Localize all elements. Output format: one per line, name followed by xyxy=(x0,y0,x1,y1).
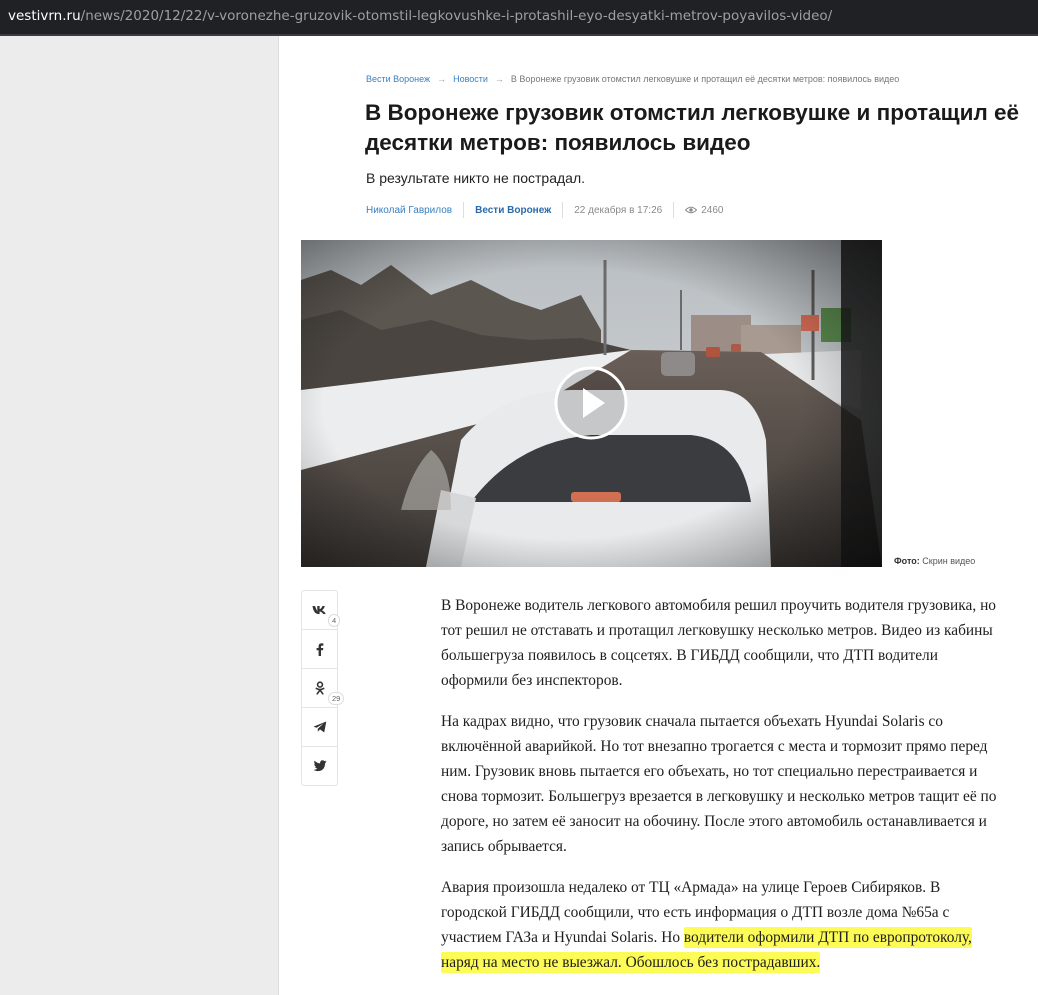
twitter-icon xyxy=(312,760,327,772)
breadcrumb-current: В Воронеже грузовик отомстил легковушке … xyxy=(510,74,900,84)
ok-share-count: 29 xyxy=(328,692,345,705)
video-player[interactable] xyxy=(301,240,882,567)
article-title: В Воронеже грузовик отомстил легковушке … xyxy=(365,100,1020,155)
article-container: Вести Воронеж → Новости → В Воронеже грузови… xyxy=(279,36,1038,995)
share-panel: 4 29 xyxy=(301,590,345,786)
source-link[interactable]: Вести Воронеж xyxy=(475,205,551,216)
article-meta: Николай Гаврилов Вести Воронеж 22 декабр… xyxy=(366,202,723,218)
article-paragraph: В Воронеже водитель легкового автомобиля… xyxy=(441,597,996,689)
eye-icon xyxy=(685,206,698,214)
telegram-icon xyxy=(313,721,326,733)
url-path: /news/2020/12/22/v-voronezhe-gruzovik-ot… xyxy=(80,8,833,24)
photo-credit-text: Скрин видео xyxy=(922,556,976,566)
meta-divider xyxy=(562,202,564,218)
share-facebook-button[interactable] xyxy=(302,630,337,669)
view-count-value: 2460 xyxy=(701,204,724,216)
breadcrumb-arrow: → xyxy=(494,74,504,84)
breadcrumb-home[interactable]: Вести Воронеж xyxy=(366,74,430,84)
photo-credit-label: Фото: xyxy=(894,556,920,566)
view-count: 2460 xyxy=(685,205,723,216)
vk-share-count: 4 xyxy=(328,614,341,627)
address-bar[interactable]: vestivrn.ru/news/2020/12/22/v-voronezhe-… xyxy=(0,0,1038,34)
url-domain: vestivrn.ru xyxy=(8,8,81,24)
facebook-icon xyxy=(316,642,323,656)
publish-date: 22 декабря в 17:26 xyxy=(574,204,663,216)
article-paragraph: На кадрах видно, что грузовик сначала пы… xyxy=(441,713,997,855)
article-paragraph: Авария произошла недалеко от ТЦ «Армада»… xyxy=(441,875,1006,975)
photo-credit: Фото: Скрин видео xyxy=(894,556,975,566)
article-lead: В результате никто не пострадал. xyxy=(366,170,586,186)
meta-divider xyxy=(673,202,675,218)
share-vk-button[interactable]: 4 xyxy=(302,591,341,630)
breadcrumb: Вести Воронеж → Новости → В Воронеже грузови… xyxy=(366,74,899,84)
author-link[interactable]: Николай Гаврилов xyxy=(366,205,452,216)
breadcrumb-news[interactable]: Новости xyxy=(453,74,488,84)
vk-icon xyxy=(312,606,326,614)
article-body: В Воронеже водитель легкового автомобиля… xyxy=(441,593,1006,991)
video-thumbnail xyxy=(301,240,882,567)
breadcrumb-arrow: → xyxy=(437,74,447,84)
share-telegram-button[interactable] xyxy=(302,708,337,747)
page-background xyxy=(0,36,279,995)
odnoklassniki-icon xyxy=(315,681,324,695)
share-twitter-button[interactable] xyxy=(302,747,337,785)
meta-divider xyxy=(463,202,465,218)
share-odnoklassniki-button[interactable]: 29 xyxy=(302,669,345,708)
